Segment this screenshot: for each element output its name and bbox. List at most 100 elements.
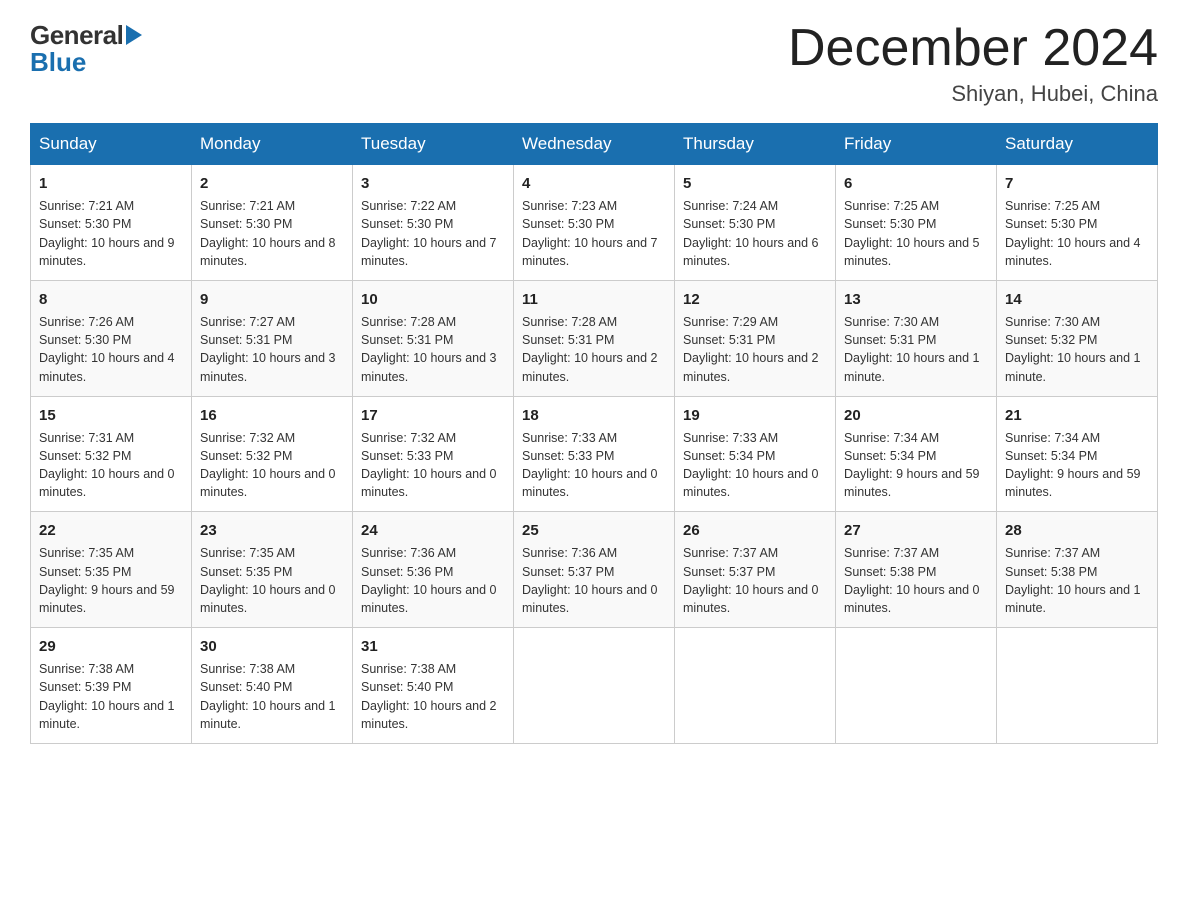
day-number: 3 [361, 173, 505, 194]
location-text: Shiyan, Hubei, China [788, 81, 1158, 107]
logo: General Blue [30, 20, 142, 78]
day-info: Sunrise: 7:37 AMSunset: 5:38 PMDaylight:… [1005, 546, 1141, 615]
day-info: Sunrise: 7:33 AMSunset: 5:33 PMDaylight:… [522, 431, 658, 500]
day-number: 1 [39, 173, 183, 194]
day-number: 13 [844, 289, 988, 310]
calendar-day-cell: 24 Sunrise: 7:36 AMSunset: 5:36 PMDaylig… [353, 512, 514, 628]
calendar-day-cell: 12 Sunrise: 7:29 AMSunset: 5:31 PMDaylig… [675, 280, 836, 396]
header-saturday: Saturday [997, 124, 1158, 165]
header-wednesday: Wednesday [514, 124, 675, 165]
day-number: 29 [39, 636, 183, 657]
day-number: 9 [200, 289, 344, 310]
calendar-day-cell: 20 Sunrise: 7:34 AMSunset: 5:34 PMDaylig… [836, 396, 997, 512]
day-info: Sunrise: 7:36 AMSunset: 5:36 PMDaylight:… [361, 546, 497, 615]
calendar-day-cell: 23 Sunrise: 7:35 AMSunset: 5:35 PMDaylig… [192, 512, 353, 628]
day-number: 10 [361, 289, 505, 310]
calendar-day-cell: 8 Sunrise: 7:26 AMSunset: 5:30 PMDayligh… [31, 280, 192, 396]
calendar-day-cell: 10 Sunrise: 7:28 AMSunset: 5:31 PMDaylig… [353, 280, 514, 396]
day-number: 17 [361, 405, 505, 426]
day-info: Sunrise: 7:38 AMSunset: 5:40 PMDaylight:… [200, 662, 336, 731]
day-info: Sunrise: 7:30 AMSunset: 5:31 PMDaylight:… [844, 315, 980, 384]
day-info: Sunrise: 7:25 AMSunset: 5:30 PMDaylight:… [1005, 199, 1141, 268]
day-info: Sunrise: 7:34 AMSunset: 5:34 PMDaylight:… [844, 431, 980, 500]
day-number: 12 [683, 289, 827, 310]
calendar-day-cell: 5 Sunrise: 7:24 AMSunset: 5:30 PMDayligh… [675, 165, 836, 281]
day-number: 27 [844, 520, 988, 541]
page-header: General Blue December 2024 Shiyan, Hubei… [30, 20, 1158, 107]
day-number: 24 [361, 520, 505, 541]
day-info: Sunrise: 7:24 AMSunset: 5:30 PMDaylight:… [683, 199, 819, 268]
calendar-day-cell: 29 Sunrise: 7:38 AMSunset: 5:39 PMDaylig… [31, 628, 192, 744]
day-info: Sunrise: 7:21 AMSunset: 5:30 PMDaylight:… [39, 199, 175, 268]
calendar-day-cell: 16 Sunrise: 7:32 AMSunset: 5:32 PMDaylig… [192, 396, 353, 512]
calendar-day-cell [997, 628, 1158, 744]
day-number: 19 [683, 405, 827, 426]
calendar-day-cell: 3 Sunrise: 7:22 AMSunset: 5:30 PMDayligh… [353, 165, 514, 281]
day-info: Sunrise: 7:32 AMSunset: 5:32 PMDaylight:… [200, 431, 336, 500]
calendar-day-cell: 7 Sunrise: 7:25 AMSunset: 5:30 PMDayligh… [997, 165, 1158, 281]
calendar-week-row: 22 Sunrise: 7:35 AMSunset: 5:35 PMDaylig… [31, 512, 1158, 628]
day-number: 7 [1005, 173, 1149, 194]
day-info: Sunrise: 7:34 AMSunset: 5:34 PMDaylight:… [1005, 431, 1141, 500]
day-number: 5 [683, 173, 827, 194]
day-info: Sunrise: 7:29 AMSunset: 5:31 PMDaylight:… [683, 315, 819, 384]
calendar-day-cell: 21 Sunrise: 7:34 AMSunset: 5:34 PMDaylig… [997, 396, 1158, 512]
day-info: Sunrise: 7:22 AMSunset: 5:30 PMDaylight:… [361, 199, 497, 268]
calendar-week-row: 15 Sunrise: 7:31 AMSunset: 5:32 PMDaylig… [31, 396, 1158, 512]
day-info: Sunrise: 7:30 AMSunset: 5:32 PMDaylight:… [1005, 315, 1141, 384]
day-number: 23 [200, 520, 344, 541]
calendar-week-row: 29 Sunrise: 7:38 AMSunset: 5:39 PMDaylig… [31, 628, 1158, 744]
calendar-header-row: Sunday Monday Tuesday Wednesday Thursday… [31, 124, 1158, 165]
day-info: Sunrise: 7:21 AMSunset: 5:30 PMDaylight:… [200, 199, 336, 268]
day-info: Sunrise: 7:25 AMSunset: 5:30 PMDaylight:… [844, 199, 980, 268]
calendar-day-cell: 17 Sunrise: 7:32 AMSunset: 5:33 PMDaylig… [353, 396, 514, 512]
day-number: 14 [1005, 289, 1149, 310]
calendar-table: Sunday Monday Tuesday Wednesday Thursday… [30, 123, 1158, 744]
day-info: Sunrise: 7:33 AMSunset: 5:34 PMDaylight:… [683, 431, 819, 500]
header-friday: Friday [836, 124, 997, 165]
calendar-day-cell: 25 Sunrise: 7:36 AMSunset: 5:37 PMDaylig… [514, 512, 675, 628]
calendar-day-cell: 1 Sunrise: 7:21 AMSunset: 5:30 PMDayligh… [31, 165, 192, 281]
calendar-day-cell: 9 Sunrise: 7:27 AMSunset: 5:31 PMDayligh… [192, 280, 353, 396]
day-info: Sunrise: 7:37 AMSunset: 5:38 PMDaylight:… [844, 546, 980, 615]
calendar-day-cell: 2 Sunrise: 7:21 AMSunset: 5:30 PMDayligh… [192, 165, 353, 281]
day-info: Sunrise: 7:38 AMSunset: 5:40 PMDaylight:… [361, 662, 497, 731]
day-info: Sunrise: 7:32 AMSunset: 5:33 PMDaylight:… [361, 431, 497, 500]
day-info: Sunrise: 7:36 AMSunset: 5:37 PMDaylight:… [522, 546, 658, 615]
day-info: Sunrise: 7:37 AMSunset: 5:37 PMDaylight:… [683, 546, 819, 615]
calendar-day-cell: 11 Sunrise: 7:28 AMSunset: 5:31 PMDaylig… [514, 280, 675, 396]
calendar-day-cell: 30 Sunrise: 7:38 AMSunset: 5:40 PMDaylig… [192, 628, 353, 744]
logo-arrow-icon [126, 25, 142, 45]
calendar-day-cell: 27 Sunrise: 7:37 AMSunset: 5:38 PMDaylig… [836, 512, 997, 628]
logo-blue-text: Blue [30, 47, 142, 78]
day-number: 6 [844, 173, 988, 194]
calendar-day-cell: 15 Sunrise: 7:31 AMSunset: 5:32 PMDaylig… [31, 396, 192, 512]
day-info: Sunrise: 7:26 AMSunset: 5:30 PMDaylight:… [39, 315, 175, 384]
day-number: 8 [39, 289, 183, 310]
day-info: Sunrise: 7:31 AMSunset: 5:32 PMDaylight:… [39, 431, 175, 500]
calendar-day-cell [675, 628, 836, 744]
calendar-day-cell [836, 628, 997, 744]
day-number: 4 [522, 173, 666, 194]
calendar-week-row: 1 Sunrise: 7:21 AMSunset: 5:30 PMDayligh… [31, 165, 1158, 281]
title-section: December 2024 Shiyan, Hubei, China [788, 20, 1158, 107]
day-info: Sunrise: 7:35 AMSunset: 5:35 PMDaylight:… [200, 546, 336, 615]
day-number: 26 [683, 520, 827, 541]
day-info: Sunrise: 7:27 AMSunset: 5:31 PMDaylight:… [200, 315, 336, 384]
day-number: 20 [844, 405, 988, 426]
day-number: 15 [39, 405, 183, 426]
day-info: Sunrise: 7:28 AMSunset: 5:31 PMDaylight:… [522, 315, 658, 384]
day-number: 30 [200, 636, 344, 657]
day-info: Sunrise: 7:35 AMSunset: 5:35 PMDaylight:… [39, 546, 175, 615]
calendar-day-cell [514, 628, 675, 744]
header-monday: Monday [192, 124, 353, 165]
day-number: 16 [200, 405, 344, 426]
calendar-day-cell: 13 Sunrise: 7:30 AMSunset: 5:31 PMDaylig… [836, 280, 997, 396]
header-sunday: Sunday [31, 124, 192, 165]
calendar-day-cell: 19 Sunrise: 7:33 AMSunset: 5:34 PMDaylig… [675, 396, 836, 512]
day-number: 31 [361, 636, 505, 657]
calendar-week-row: 8 Sunrise: 7:26 AMSunset: 5:30 PMDayligh… [31, 280, 1158, 396]
day-number: 25 [522, 520, 666, 541]
header-thursday: Thursday [675, 124, 836, 165]
day-number: 11 [522, 289, 666, 310]
